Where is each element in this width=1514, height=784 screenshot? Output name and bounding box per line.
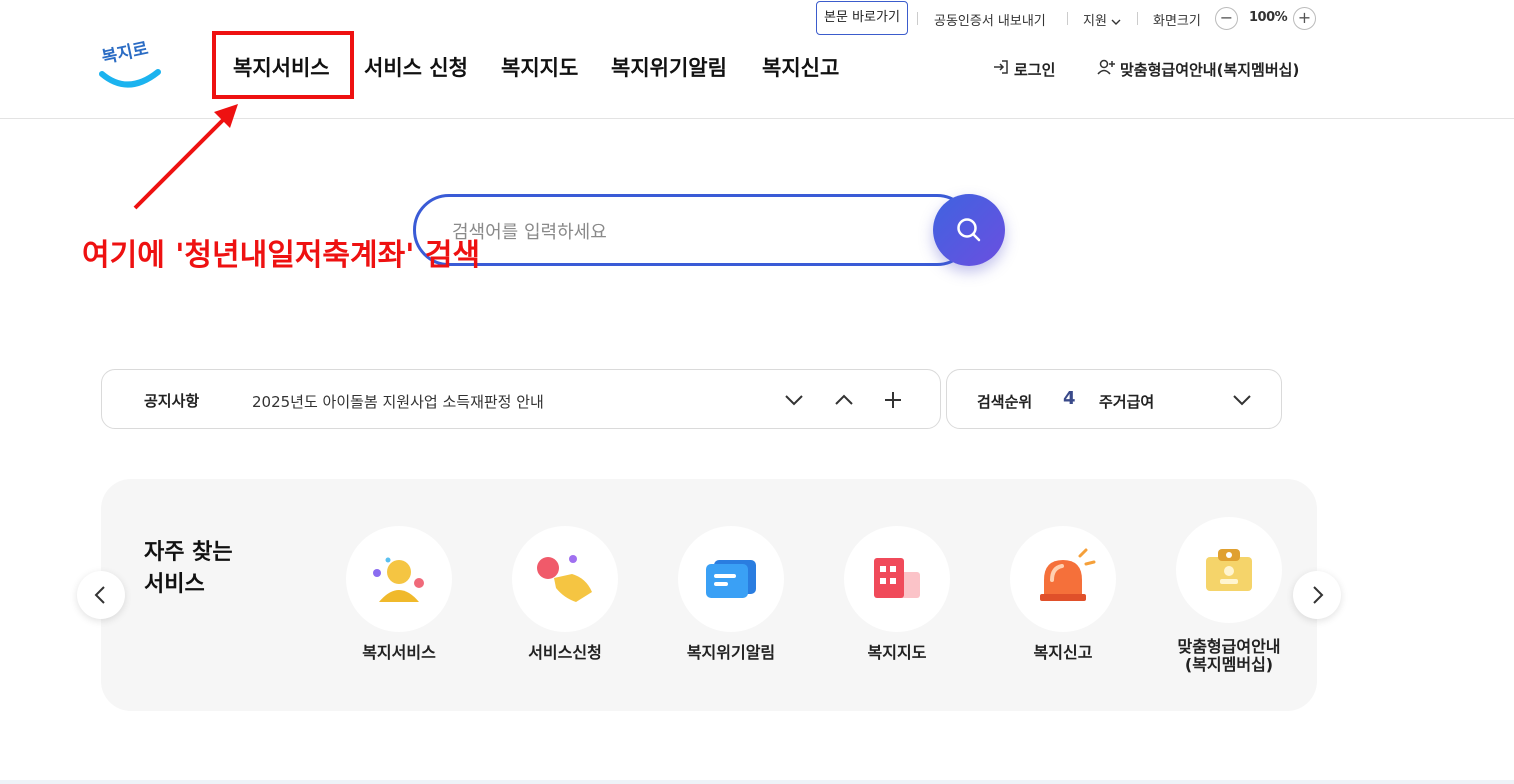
zoom-in-button[interactable]: + <box>1293 7 1316 30</box>
zoom-value: 100% <box>1249 10 1288 25</box>
service-welfare[interactable]: 복지서비스 <box>319 526 479 696</box>
gnb-welfare-report[interactable]: 복지신고 <box>762 52 839 82</box>
login-link[interactable]: 로그인 <box>992 58 1055 80</box>
notice-next-button[interactable] <box>779 385 809 415</box>
chevron-right-icon <box>1293 586 1341 623</box>
cert-export-link[interactable]: 공동인증서 내보내기 <box>934 10 1046 29</box>
person-icon <box>346 557 452 636</box>
search-input[interactable] <box>452 217 892 247</box>
login-icon <box>992 58 1010 80</box>
rank-expand-button[interactable] <box>1227 385 1257 415</box>
search-icon <box>933 218 1005 270</box>
service-label: 복지지도 <box>867 643 927 662</box>
service-apply[interactable]: 서비스신청 <box>485 526 645 696</box>
service-welfare-map[interactable]: 복지지도 <box>817 526 977 696</box>
membership-card-icon <box>1176 549 1282 627</box>
carousel-next-button[interactable] <box>1293 571 1341 619</box>
skip-to-content-link[interactable]: 본문 바로가기 <box>816 1 908 35</box>
service-membership[interactable]: 맞춤형급여안내 (복지멤버십) <box>1149 517 1309 687</box>
frequent-services-title: 자주 찾는 서비스 <box>144 537 233 601</box>
footer-edge <box>0 780 1514 784</box>
service-label-line: (복지멤버십) <box>1184 655 1274 674</box>
service-icon-circle <box>346 526 452 632</box>
service-icon-circle <box>512 526 618 632</box>
rank-keyword-link[interactable]: 주거급여 <box>1099 391 1154 412</box>
service-label: 맞춤형급여안내 (복지멤버십) <box>1149 638 1309 674</box>
service-icon-circle <box>678 526 784 632</box>
search-bar <box>413 194 1005 266</box>
service-crisis-alert[interactable]: 복지위기알림 <box>651 526 811 696</box>
chevron-down-icon <box>1227 395 1257 419</box>
notice-item-link[interactable]: 2025년도 아이돌봄 지원사업 소득재판정 안내 <box>252 391 544 412</box>
chevron-left-icon <box>77 586 125 623</box>
notice-prev-button[interactable] <box>829 385 859 415</box>
gnb-welfare-map[interactable]: 복지지도 <box>501 52 578 82</box>
service-label: 서비스신청 <box>528 643 602 662</box>
site-logo[interactable]: 복지로 <box>98 36 162 92</box>
search-button[interactable] <box>933 194 1005 266</box>
notice-bar: 공지사항 2025년도 아이돌봄 지원사업 소득재판정 안내 <box>101 369 941 429</box>
chevron-up-icon <box>829 394 859 419</box>
title-line: 서비스 <box>144 572 205 597</box>
service-icon-circle <box>844 526 950 632</box>
frequent-services-panel: 자주 찾는 서비스 복지서비스 서비스신청 복지위기알림 복지지도 복지신고 맞… <box>101 479 1317 711</box>
login-label: 로그인 <box>1014 60 1056 79</box>
gnb-crisis-alert[interactable]: 복지위기알림 <box>611 52 727 82</box>
divider <box>1137 12 1138 25</box>
support-label: 지원 <box>1083 14 1107 29</box>
search-box <box>413 194 973 266</box>
service-icon-circle <box>1176 517 1282 623</box>
service-icon-circle <box>1010 526 1116 632</box>
chevron-down-icon <box>779 395 809 419</box>
service-label: 복지신고 <box>1033 643 1093 662</box>
rank-number: 4 <box>1063 388 1076 409</box>
building-icon <box>844 558 950 636</box>
carousel-prev-button[interactable] <box>77 571 125 619</box>
divider <box>917 12 918 25</box>
search-rank-bar: 검색순위 4 주거급여 <box>946 369 1282 429</box>
page: 본문 바로가기 공동인증서 내보내기 지원 화면크기 − 100% + 복지로 … <box>0 0 1514 784</box>
annotation-text: 여기에 '청년내일저축계좌' 검색 <box>82 238 481 273</box>
service-label: 복지위기알림 <box>686 643 776 662</box>
svg-text:복지로: 복지로 <box>100 39 150 68</box>
gnb-service-apply[interactable]: 서비스 신청 <box>364 52 468 82</box>
plus-icon <box>878 392 908 419</box>
service-welfare-report[interactable]: 복지신고 <box>983 526 1143 696</box>
hand-tap-icon <box>512 555 618 636</box>
message-icon <box>678 560 784 636</box>
service-label-line: 맞춤형급여안내 <box>1177 637 1281 656</box>
notice-label: 공지사항 <box>144 392 200 410</box>
user-plus-icon <box>1096 58 1116 80</box>
support-menu[interactable]: 지원 <box>1083 10 1121 29</box>
notice-more-button[interactable] <box>878 385 908 415</box>
font-size-label: 화면크기 <box>1153 14 1201 29</box>
header-divider <box>0 118 1514 119</box>
siren-icon <box>1010 548 1116 636</box>
highlight-box <box>212 31 354 99</box>
rank-label: 검색순위 <box>977 393 1033 411</box>
zoom-out-button[interactable]: − <box>1215 7 1238 30</box>
chevron-down-icon <box>1111 14 1121 29</box>
divider <box>1067 12 1068 25</box>
title-line: 자주 찾는 <box>144 540 233 565</box>
service-label: 복지서비스 <box>362 643 436 662</box>
membership-label: 맞춤형급여안내(복지멤버십) <box>1120 60 1300 79</box>
membership-link[interactable]: 맞춤형급여안내(복지멤버십) <box>1096 58 1299 80</box>
